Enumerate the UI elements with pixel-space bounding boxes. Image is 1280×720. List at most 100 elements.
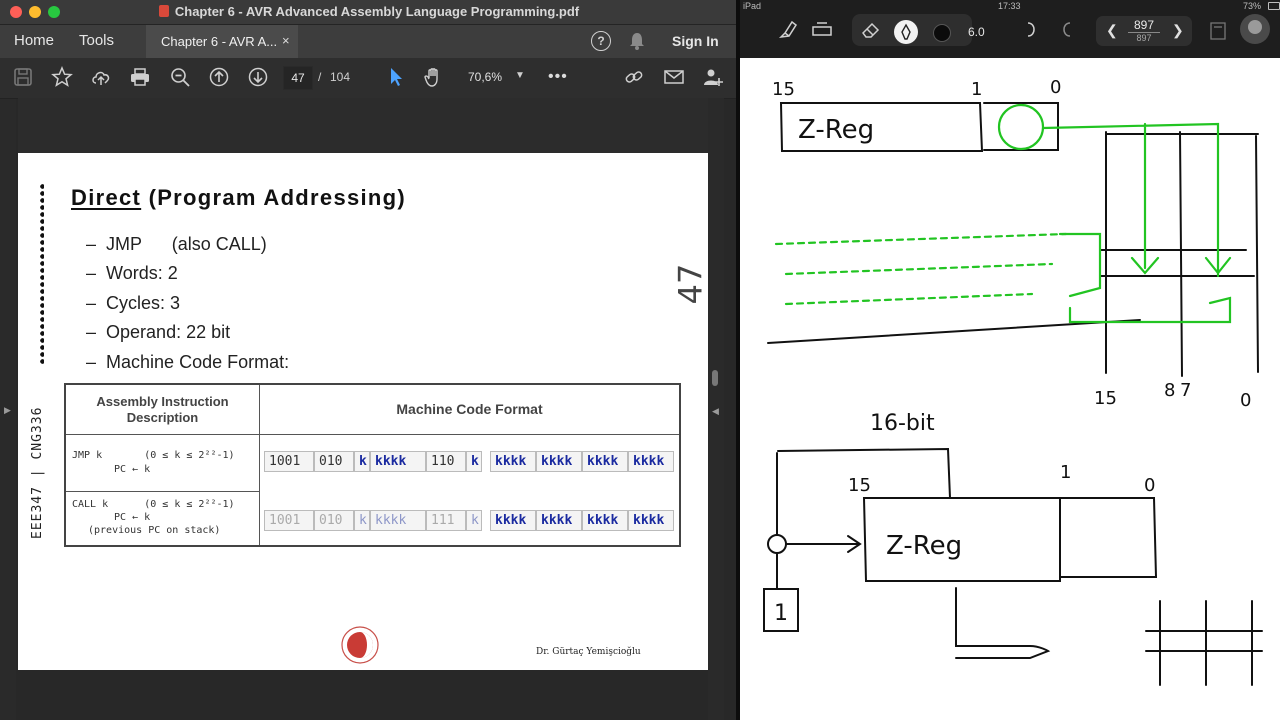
print-icon[interactable] bbox=[129, 66, 151, 88]
undo-icon[interactable] bbox=[1022, 19, 1042, 41]
scrollbar-thumb[interactable] bbox=[712, 370, 718, 386]
sketch-memory-grid-2 bbox=[1145, 600, 1263, 686]
link-icon[interactable] bbox=[623, 66, 645, 88]
call-note: (previous PC on stack) bbox=[88, 525, 221, 536]
sketch-label: 7 bbox=[1180, 380, 1191, 401]
add-user-icon[interactable] bbox=[702, 66, 724, 88]
document-tab-close-button[interactable]: × bbox=[282, 33, 290, 48]
collapse-right-arrow-icon[interactable]: ◀ bbox=[712, 406, 719, 417]
zoom-level[interactable]: 70,6% bbox=[468, 70, 502, 84]
code-cell: 1001 bbox=[264, 510, 314, 531]
sketch-lsb-box-2 bbox=[1059, 497, 1158, 578]
star-icon[interactable] bbox=[51, 66, 73, 88]
code-cell: kkkk bbox=[536, 510, 582, 531]
sketch-label: 15 bbox=[772, 79, 795, 100]
sketch-label: 0 bbox=[1050, 77, 1061, 98]
sketch-label: 1 bbox=[774, 601, 788, 626]
pdf-file-icon bbox=[158, 5, 169, 17]
next-page-chevron-icon[interactable]: ❯ bbox=[1172, 22, 1184, 39]
fountain-pen-icon[interactable] bbox=[894, 20, 918, 44]
email-icon[interactable] bbox=[663, 66, 685, 88]
sketch-green-route-2 bbox=[1068, 296, 1232, 324]
sketch-z-lsb-box bbox=[983, 102, 1059, 151]
previous-page-icon[interactable] bbox=[208, 66, 230, 88]
color-swatch-black[interactable] bbox=[933, 24, 951, 42]
code-cell: 111 bbox=[426, 510, 466, 531]
bullet-item: – Operand: 22 bit bbox=[86, 322, 231, 342]
title-bar: Chapter 6 - AVR Advanced Assembly Langua… bbox=[0, 0, 738, 25]
table-header-format: Machine Code Format bbox=[260, 385, 679, 435]
document-tab[interactable]: Chapter 6 - AVR A... × bbox=[146, 25, 298, 58]
jmp-operation: PC ← k bbox=[114, 464, 151, 475]
expand-left-arrow-icon[interactable]: ▶ bbox=[4, 405, 11, 416]
sketch-label: 0 bbox=[1240, 390, 1251, 411]
handwriting-canvas[interactable]: 15 1 0 Z-Reg 15 8 7 0 16-bit 15 1 0 Z-Re… bbox=[740, 58, 1280, 720]
author-footer: Dr. Gürtaç Yemişcioğlu bbox=[536, 647, 641, 657]
machine-code-table: Assembly Instruction Description Machine… bbox=[64, 383, 681, 547]
upload-cloud-icon[interactable] bbox=[90, 66, 112, 88]
bullet-item: – Machine Code Format: bbox=[86, 352, 290, 372]
slide-title-underlined: Direct bbox=[71, 185, 142, 210]
code-cell: 1001 bbox=[264, 451, 314, 472]
avatar[interactable] bbox=[1240, 14, 1270, 44]
save-icon[interactable] bbox=[12, 66, 34, 88]
sketch-mux-circle bbox=[767, 534, 787, 554]
pen-size-value[interactable]: 6.0 bbox=[968, 25, 985, 39]
sketch-label: 15 bbox=[848, 475, 871, 496]
redo-icon[interactable] bbox=[1056, 19, 1076, 41]
battery-icon bbox=[1268, 2, 1280, 10]
sketch-green-bits-row-3 bbox=[784, 292, 1034, 306]
left-panel-collapsed[interactable]: ▶ bbox=[0, 99, 16, 720]
pdf-page: EEE347 | CNG336 Direct (Program Addressi… bbox=[18, 153, 710, 670]
sketch-green-route bbox=[1058, 232, 1102, 298]
sketch-label: 1 bbox=[971, 79, 982, 100]
code-cell: kkkk bbox=[628, 451, 674, 472]
pen-gesture-icon[interactable] bbox=[777, 19, 799, 41]
course-code-label: EEE347 | CNG336 bbox=[30, 406, 45, 539]
next-page-icon[interactable] bbox=[247, 66, 269, 88]
sketch-memory-grid bbox=[1105, 131, 1259, 377]
code-cell: kkkk bbox=[490, 510, 536, 531]
home-tab[interactable]: Home bbox=[14, 32, 54, 49]
decorative-dots bbox=[40, 183, 44, 365]
ruler-icon[interactable] bbox=[810, 19, 834, 41]
acrobat-window: Chapter 6 - AVR Advanced Assembly Langua… bbox=[0, 0, 738, 720]
nav-bar: Home Tools Chapter 6 - AVR A... × ? Sign… bbox=[0, 25, 738, 58]
sketch-label: 1 bbox=[1060, 462, 1071, 483]
toolbar: 47 / 104 70,6% ▼ ••• bbox=[0, 58, 738, 99]
document-tab-label: Chapter 6 - AVR A... bbox=[161, 34, 278, 49]
page-number-input[interactable]: 47 bbox=[283, 66, 313, 90]
code-cell: k bbox=[466, 451, 482, 472]
bullet-item: – Words: 2 bbox=[86, 263, 178, 283]
call-operation: PC ← k bbox=[114, 512, 151, 523]
table-row-jmp-description: JMP k (0 ≤ k ≤ 2²²-1) PC ← k bbox=[66, 435, 260, 492]
eraser-icon[interactable] bbox=[860, 19, 882, 41]
slide-title-rest: (Program Addressing) bbox=[141, 185, 407, 210]
battery-level: 73% bbox=[1243, 1, 1262, 11]
code-cell: kkkk bbox=[370, 510, 426, 531]
vertical-scrollbar[interactable]: ◀ bbox=[708, 98, 724, 720]
call-machine-code: 1001 010 k kkkk 111 k kkkk kkkk kkkk kkk… bbox=[264, 510, 676, 531]
tools-tab[interactable]: Tools bbox=[79, 32, 114, 49]
code-cell: 010 bbox=[314, 510, 354, 531]
university-logo bbox=[340, 625, 380, 665]
handwritten-page-mark: 47 bbox=[671, 263, 710, 305]
bell-icon[interactable] bbox=[628, 31, 646, 51]
clock: 17:33 bbox=[998, 1, 1021, 11]
device-label: iPad bbox=[743, 1, 762, 11]
hand-tool-icon[interactable] bbox=[423, 66, 445, 88]
sketch-label: Z-Reg bbox=[798, 115, 874, 145]
zoom-out-icon[interactable] bbox=[169, 66, 191, 88]
code-cell: kkkk bbox=[582, 510, 628, 531]
sketch-green-bits-row-2 bbox=[784, 262, 1054, 276]
sketch-shifter bbox=[955, 587, 1051, 659]
help-icon[interactable]: ? bbox=[591, 31, 611, 51]
code-cell: kkkk bbox=[536, 451, 582, 472]
add-page-icon[interactable] bbox=[1208, 19, 1228, 41]
zoom-dropdown-icon[interactable]: ▼ bbox=[515, 70, 525, 81]
code-cell: kkkk bbox=[370, 451, 426, 472]
more-tools-icon[interactable]: ••• bbox=[548, 68, 568, 86]
sign-in-link[interactable]: Sign In bbox=[672, 33, 719, 49]
sketch-label: 8 bbox=[1164, 380, 1175, 401]
select-cursor-icon[interactable] bbox=[385, 66, 407, 88]
